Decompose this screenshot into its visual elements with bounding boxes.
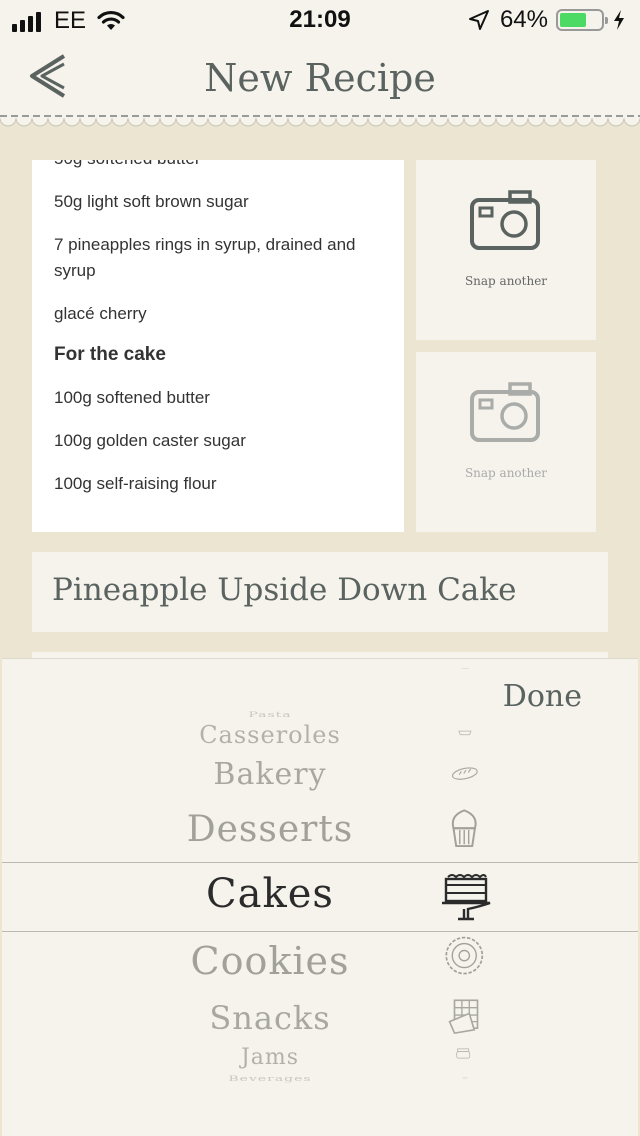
photo-tile-1[interactable]: Snap another [416, 160, 596, 340]
battery-icon [556, 9, 608, 31]
jam-jar-icon [456, 1048, 471, 1059]
done-button[interactable]: Done [503, 679, 582, 714]
selection-top-line [2, 862, 638, 863]
picker-option-label: Beverages [228, 1075, 312, 1083]
charging-bolt-icon [614, 10, 624, 30]
picker-option-label: Cookies [190, 939, 350, 983]
picker-option-label: Bakery [213, 757, 327, 792]
picker-option-label: Snacks [209, 999, 331, 1037]
status-bar: EE 21:09 64% [0, 0, 640, 40]
category-picker[interactable]: Done Pasta Casseroles Bakery Desserts Cakes C… [2, 658, 638, 1136]
page-title: New Recipe [204, 56, 436, 100]
picker-option-label: Pasta [248, 711, 292, 719]
ingredient-line: 7 pineapples rings in syrup, drained and… [54, 235, 356, 280]
ingredient-line: 100g self-raising flour [54, 474, 217, 493]
photo-tile-2[interactable]: Snap another [416, 352, 596, 532]
recipe-title-field[interactable]: Pineapple Upside Down Cake [32, 552, 608, 632]
cupcake-icon [451, 809, 477, 848]
snap-another-label: Snap another [464, 466, 548, 480]
ingredients-card[interactable]: 50g softened butter 50g light soft brown … [32, 160, 404, 532]
cookie-icon [445, 936, 484, 975]
ingredient-line: 100g golden caster sugar [54, 431, 246, 450]
glass-icon [462, 1077, 469, 1080]
ingredient-line: glacé cherry [54, 304, 147, 323]
scalloped-divider [0, 110, 640, 127]
camera-icon [470, 190, 540, 250]
picker-option-label: Cakes [206, 871, 334, 917]
chocolate-bar-icon [448, 999, 479, 1035]
battery-percent: 64% [499, 6, 548, 33]
camera-icon [470, 382, 540, 442]
ingredient-line: 100g softened butter [54, 388, 210, 407]
bread-loaf-icon [451, 767, 478, 780]
ingredient-section-heading: For the cake [54, 344, 166, 365]
picker-option-label: Casseroles [199, 721, 341, 749]
picker-option-label: Desserts [186, 809, 354, 850]
picker-option-label: Jams [240, 1045, 300, 1070]
recipe-title-text: Pineapple Upside Down Cake [52, 572, 517, 608]
selection-bottom-line [2, 931, 638, 932]
ingredient-line: 50g softened butter [54, 160, 384, 172]
snap-another-label: Snap another [464, 274, 548, 288]
location-arrow-icon [468, 10, 489, 30]
nav-bar: New Recipe [0, 40, 640, 120]
ingredient-line: 50g light soft brown sugar [54, 192, 249, 211]
casserole-pot-icon [458, 730, 472, 736]
layer-cake-stand-icon [442, 874, 491, 921]
pasta-icon [461, 668, 469, 669]
